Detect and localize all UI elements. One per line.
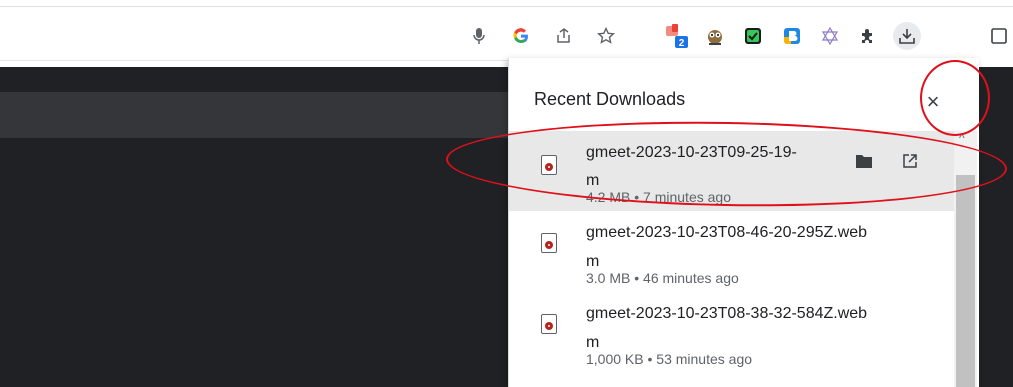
download-filename: gmeet-2023-10-23T08-46-20-295Z.web — [586, 224, 868, 241]
video-file-icon — [541, 155, 557, 175]
downloads-title: Recent Downloads — [534, 89, 686, 109]
page-content — [0, 67, 510, 387]
download-meta: 4.2 MB • 7 minutes ago — [586, 189, 731, 205]
open-button[interactable] — [898, 149, 922, 173]
mic-icon[interactable] — [467, 24, 491, 48]
video-file-icon — [541, 314, 557, 334]
scroll-up-arrow-icon[interactable]: ^ — [959, 131, 965, 145]
extension-badge-icon[interactable]: 2 — [665, 24, 689, 49]
video-file-icon — [541, 233, 557, 253]
download-filename: gmeet-2023-10-23T08-38-32-584Z.web — [586, 305, 868, 322]
scrollbar[interactable]: ^ — [954, 131, 977, 387]
checkbox-extension-icon[interactable] — [741, 24, 765, 48]
star-icon[interactable] — [594, 24, 618, 48]
download-filename-cont: m — [586, 334, 600, 351]
download-item[interactable]: gmeet-2023-10-23T08-46-20-295Z.web m 3.0… — [509, 212, 954, 292]
close-icon: × — [926, 89, 940, 114]
folder-icon — [856, 155, 872, 168]
tab-strip — [0, 0, 1013, 7]
owl-extension-icon[interactable] — [703, 24, 727, 48]
open-external-icon — [903, 154, 917, 168]
download-item[interactable]: gmeet-2023-10-23T08-38-32-584Z.web m 1,0… — [509, 294, 954, 374]
b-extension-icon[interactable] — [780, 24, 804, 48]
extension-badge-count: 2 — [679, 38, 685, 49]
download-icon[interactable] — [893, 22, 921, 50]
share-icon[interactable] — [552, 24, 576, 48]
sidepanel-icon[interactable] — [987, 24, 1011, 48]
show-in-folder-button[interactable] — [852, 149, 876, 173]
star-of-david-extension-icon[interactable] — [818, 24, 842, 48]
page-content-right — [978, 67, 1013, 387]
google-icon[interactable] — [509, 24, 533, 48]
downloads-bubble: Recent Downloads × gmeet-2023-10-23T09-2… — [508, 58, 979, 387]
download-filename: gmeet-2023-10-23T09-25-19- — [586, 144, 797, 161]
download-meta: 1,000 KB • 53 minutes ago — [586, 351, 753, 367]
download-filename-cont: m — [586, 172, 600, 189]
scrollbar-thumb[interactable] — [956, 175, 975, 387]
puzzle-icon[interactable] — [856, 24, 880, 48]
toolbar: 2 — [0, 22, 1013, 52]
close-button[interactable]: × — [915, 84, 951, 120]
download-item[interactable]: gmeet-2023-10-23T09-25-19- m 4.2 MB • 7 … — [509, 131, 954, 211]
download-filename-cont: m — [586, 253, 600, 270]
page-header-band — [0, 92, 510, 138]
download-meta: 3.0 MB • 46 minutes ago — [586, 270, 739, 286]
